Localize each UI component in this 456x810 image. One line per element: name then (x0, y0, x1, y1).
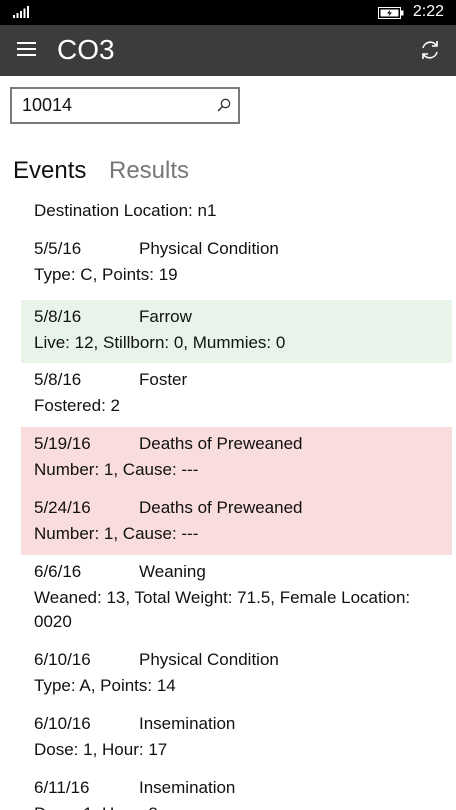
event-type: Insemination (139, 778, 236, 797)
hamburger-icon[interactable] (17, 42, 36, 58)
event-date: 5/8/16 (34, 370, 82, 389)
status-time: 2:22 (412, 3, 444, 20)
search-box[interactable] (10, 87, 240, 124)
event-type: Insemination (139, 714, 236, 733)
event-type: Deaths of Preweaned (139, 498, 303, 517)
event-detail: Type: C, Points: 19 (34, 265, 178, 284)
event-item[interactable]: 6/11/16 Insemination Dose: 1, Hour: 8 (21, 771, 452, 810)
event-detail: Dose: 1, Hour: 8 (34, 802, 434, 810)
event-item[interactable]: 6/10/16 Physical Condition Type: A, Poin… (21, 643, 452, 707)
event-detail: Number: 1, Cause: --- (34, 460, 199, 479)
signal-icon (13, 6, 29, 18)
event-date: 5/24/16 (34, 498, 91, 517)
event-detail: Fostered: 2 (34, 396, 120, 415)
status-bar: 2:22 (0, 0, 456, 25)
event-type: Deaths of Preweaned (139, 434, 303, 453)
tab-results[interactable]: Results (109, 157, 189, 185)
event-item[interactable]: 6/6/16 Weaning Weaned: 13, Total Weight:… (21, 555, 452, 643)
battery-charging-icon (378, 7, 404, 19)
event-type: Weaning (139, 562, 206, 581)
event-item[interactable]: 6/10/16 Insemination Dose: 1, Hour: 17 (21, 707, 452, 771)
sync-icon[interactable] (419, 39, 441, 61)
event-detail: Type: A, Points: 14 (34, 676, 176, 695)
event-detail: Weaned: 13, Total Weight: 71.5, Female L… (34, 588, 411, 631)
event-detail: Number: 1, Cause: --- (34, 524, 199, 543)
event-date: 6/10/16 (34, 714, 91, 733)
search-input[interactable] (22, 94, 212, 116)
app-title: CO3 (57, 34, 115, 65)
event-type: Physical Condition (139, 650, 279, 669)
destination-location: Destination Location: n1 (34, 201, 217, 220)
event-item[interactable]: 5/8/16 Farrow Live: 12, Stillborn: 0, Mu… (21, 300, 452, 363)
search-icon[interactable] (217, 98, 231, 112)
event-type: Physical Condition (139, 239, 279, 258)
event-item[interactable]: 5/5/16 Physical Condition Type: C, Point… (21, 232, 452, 296)
event-type: Farrow (139, 307, 192, 326)
event-detail: Live: 12, Stillborn: 0, Mummies: 0 (34, 333, 286, 352)
event-date: 6/11/16 (34, 778, 90, 797)
event-date: 6/6/16 (34, 562, 82, 581)
app-bar: CO3 (0, 25, 456, 76)
event-item[interactable]: 5/8/16 Foster Fostered: 2 (21, 363, 452, 427)
event-date: 5/19/16 (34, 434, 91, 453)
event-date: 5/5/16 (34, 239, 82, 258)
event-date: 5/8/16 (34, 307, 82, 326)
event-item[interactable]: 5/24/16 Deaths of Preweaned Number: 1, C… (21, 491, 452, 555)
event-item[interactable]: 5/19/16 Deaths of Preweaned Number: 1, C… (21, 427, 452, 491)
event-detail: Dose: 1, Hour: 17 (34, 740, 168, 759)
event-type: Foster (139, 370, 188, 389)
event-date: 6/10/16 (34, 650, 91, 669)
tab-events[interactable]: Events (13, 157, 86, 185)
